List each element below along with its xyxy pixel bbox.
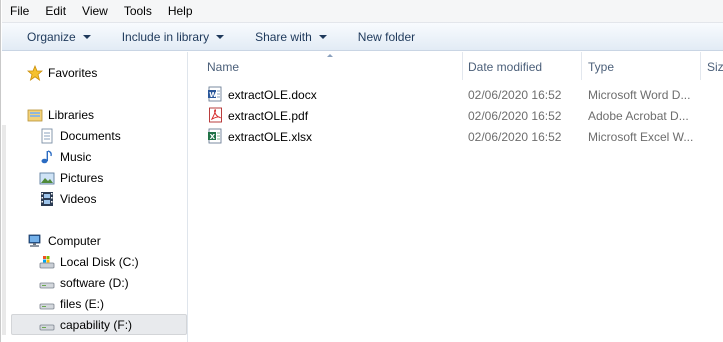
dropdown-arrow-icon [82, 34, 91, 39]
column-divider[interactable] [700, 52, 701, 80]
documents-icon [39, 128, 55, 144]
drive-icon [39, 275, 55, 291]
file-type: Adobe Acrobat D... [588, 109, 689, 123]
dropdown-arrow-icon [318, 34, 327, 39]
nav-libraries[interactable]: Libraries [27, 104, 94, 125]
film-strip-icon [39, 191, 55, 207]
file-name: extractOLE.docx [228, 88, 317, 102]
file-row[interactable]: W extractOLE.docx 02/06/2020 16:52 Micro… [189, 84, 723, 105]
nav-drive-d[interactable]: software (D:) [39, 272, 129, 293]
explorer-window: File Edit View Tools Help Organize Inclu… [0, 0, 723, 342]
nav-drive-e[interactable]: files (E:) [39, 293, 104, 314]
pictures-icon [39, 170, 55, 186]
library-icon [27, 107, 43, 123]
system-drive-icon [39, 254, 55, 270]
excel-icon: X [208, 128, 223, 144]
nav-favorites-label: Favorites [48, 65, 98, 80]
nav-favorites[interactable]: Favorites [27, 62, 97, 83]
column-type[interactable]: Type [588, 60, 614, 74]
column-name[interactable]: Name [207, 60, 239, 74]
nav-music[interactable]: Music [39, 146, 91, 167]
svg-text:W: W [209, 91, 217, 99]
nav-drive-d-label: software (D:) [60, 275, 129, 290]
column-size[interactable]: Siz [707, 60, 723, 74]
column-header-row: Name Date modified Type Siz [189, 52, 723, 80]
nav-music-label: Music [60, 149, 92, 164]
sort-ascending-icon [327, 54, 333, 57]
column-divider[interactable] [581, 52, 582, 80]
organize-button[interactable]: Organize [27, 30, 91, 44]
nav-videos[interactable]: Videos [39, 188, 96, 209]
star-icon [27, 64, 43, 81]
pdf-icon [208, 107, 223, 123]
organize-label: Organize [27, 29, 76, 44]
navigation-pane: Favorites Libraries Documents Music Pict… [2, 52, 188, 342]
column-date-modified[interactable]: Date modified [468, 60, 542, 74]
file-type: Microsoft Word D... [588, 88, 691, 102]
dropdown-arrow-icon [216, 34, 225, 39]
file-row[interactable]: extractOLE.pdf 02/06/2020 16:52 Adobe Ac… [189, 105, 723, 126]
word-doc-icon: W [208, 86, 223, 102]
file-type: Microsoft Excel W... [588, 130, 694, 144]
file-date: 02/06/2020 16:52 [468, 88, 562, 102]
include-in-library-label: Include in library [121, 29, 210, 44]
new-folder-button[interactable]: New folder [358, 30, 415, 44]
new-folder-label: New folder [357, 29, 416, 44]
file-list: Name Date modified Type Siz W extractOLE… [189, 52, 723, 342]
nav-pictures-label: Pictures [60, 170, 104, 185]
drive-icon [39, 296, 55, 312]
nav-documents[interactable]: Documents [39, 125, 121, 146]
nav-drive-f[interactable]: capability (F:) [11, 314, 187, 335]
include-in-library-button[interactable]: Include in library [121, 29, 225, 44]
file-name: extractOLE.xlsx [228, 130, 313, 144]
menu-tools[interactable]: Tools [124, 0, 152, 23]
nav-drive-f-label: capability (F:) [60, 317, 133, 332]
nav-drive-c-label: Local Disk (C:) [60, 254, 139, 269]
file-date: 02/06/2020 16:52 [468, 130, 562, 144]
nav-computer[interactable]: Computer [27, 230, 101, 251]
drive-icon [39, 317, 55, 333]
nav-drive-e-label: files (E:) [60, 296, 105, 311]
nav-documents-label: Documents [60, 128, 121, 143]
share-with-label: Share with [255, 29, 312, 44]
computer-icon [27, 233, 43, 249]
svg-text:X: X [210, 133, 216, 141]
column-divider[interactable] [462, 52, 463, 80]
command-bar: Organize Include in library Share with N… [2, 23, 723, 51]
nav-scrollbar[interactable] [2, 125, 6, 335]
nav-drive-c[interactable]: Local Disk (C:) [39, 251, 139, 272]
nav-computer-label: Computer [48, 233, 101, 248]
music-note-icon [39, 149, 55, 165]
menu-view[interactable]: View [82, 0, 108, 23]
nav-pictures[interactable]: Pictures [39, 167, 103, 188]
menu-file[interactable]: File [10, 0, 29, 23]
share-with-button[interactable]: Share with [255, 30, 327, 44]
menu-help[interactable]: Help [168, 0, 193, 23]
nav-libraries-label: Libraries [48, 107, 95, 122]
menu-edit[interactable]: Edit [45, 0, 66, 23]
nav-videos-label: Videos [60, 191, 97, 206]
menu-bar: File Edit View Tools Help [2, 0, 723, 23]
file-date: 02/06/2020 16:52 [468, 109, 562, 123]
file-row[interactable]: X extractOLE.xlsx 02/06/2020 16:52 Micro… [189, 126, 723, 147]
file-name: extractOLE.pdf [228, 109, 309, 123]
